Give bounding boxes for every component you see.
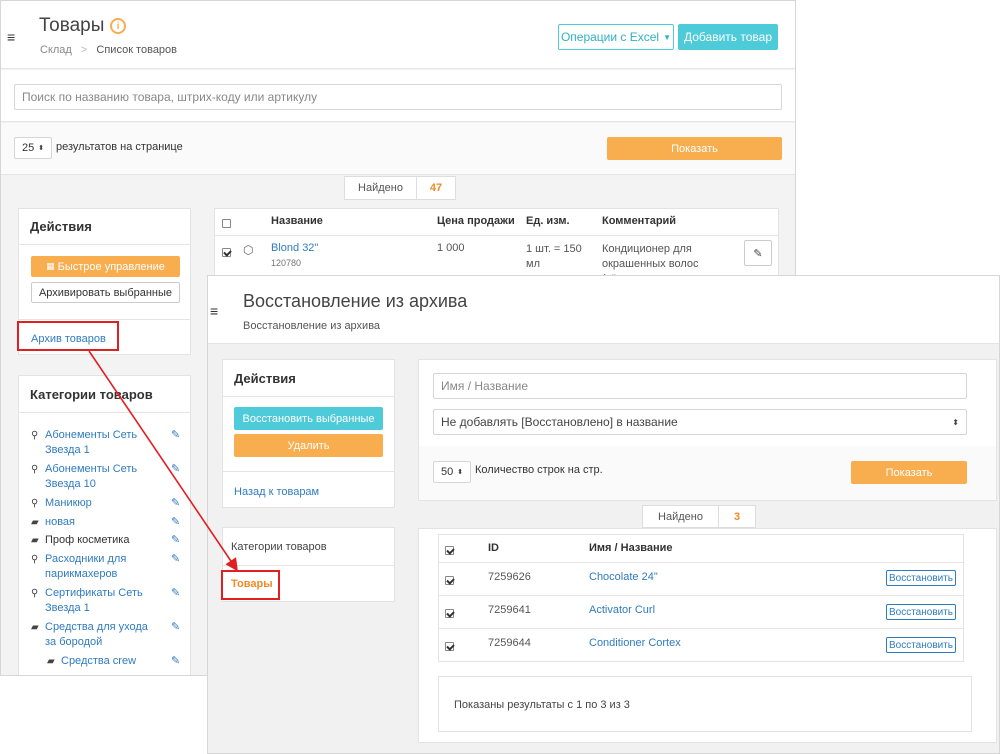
annotation-arrow [88, 350, 238, 572]
